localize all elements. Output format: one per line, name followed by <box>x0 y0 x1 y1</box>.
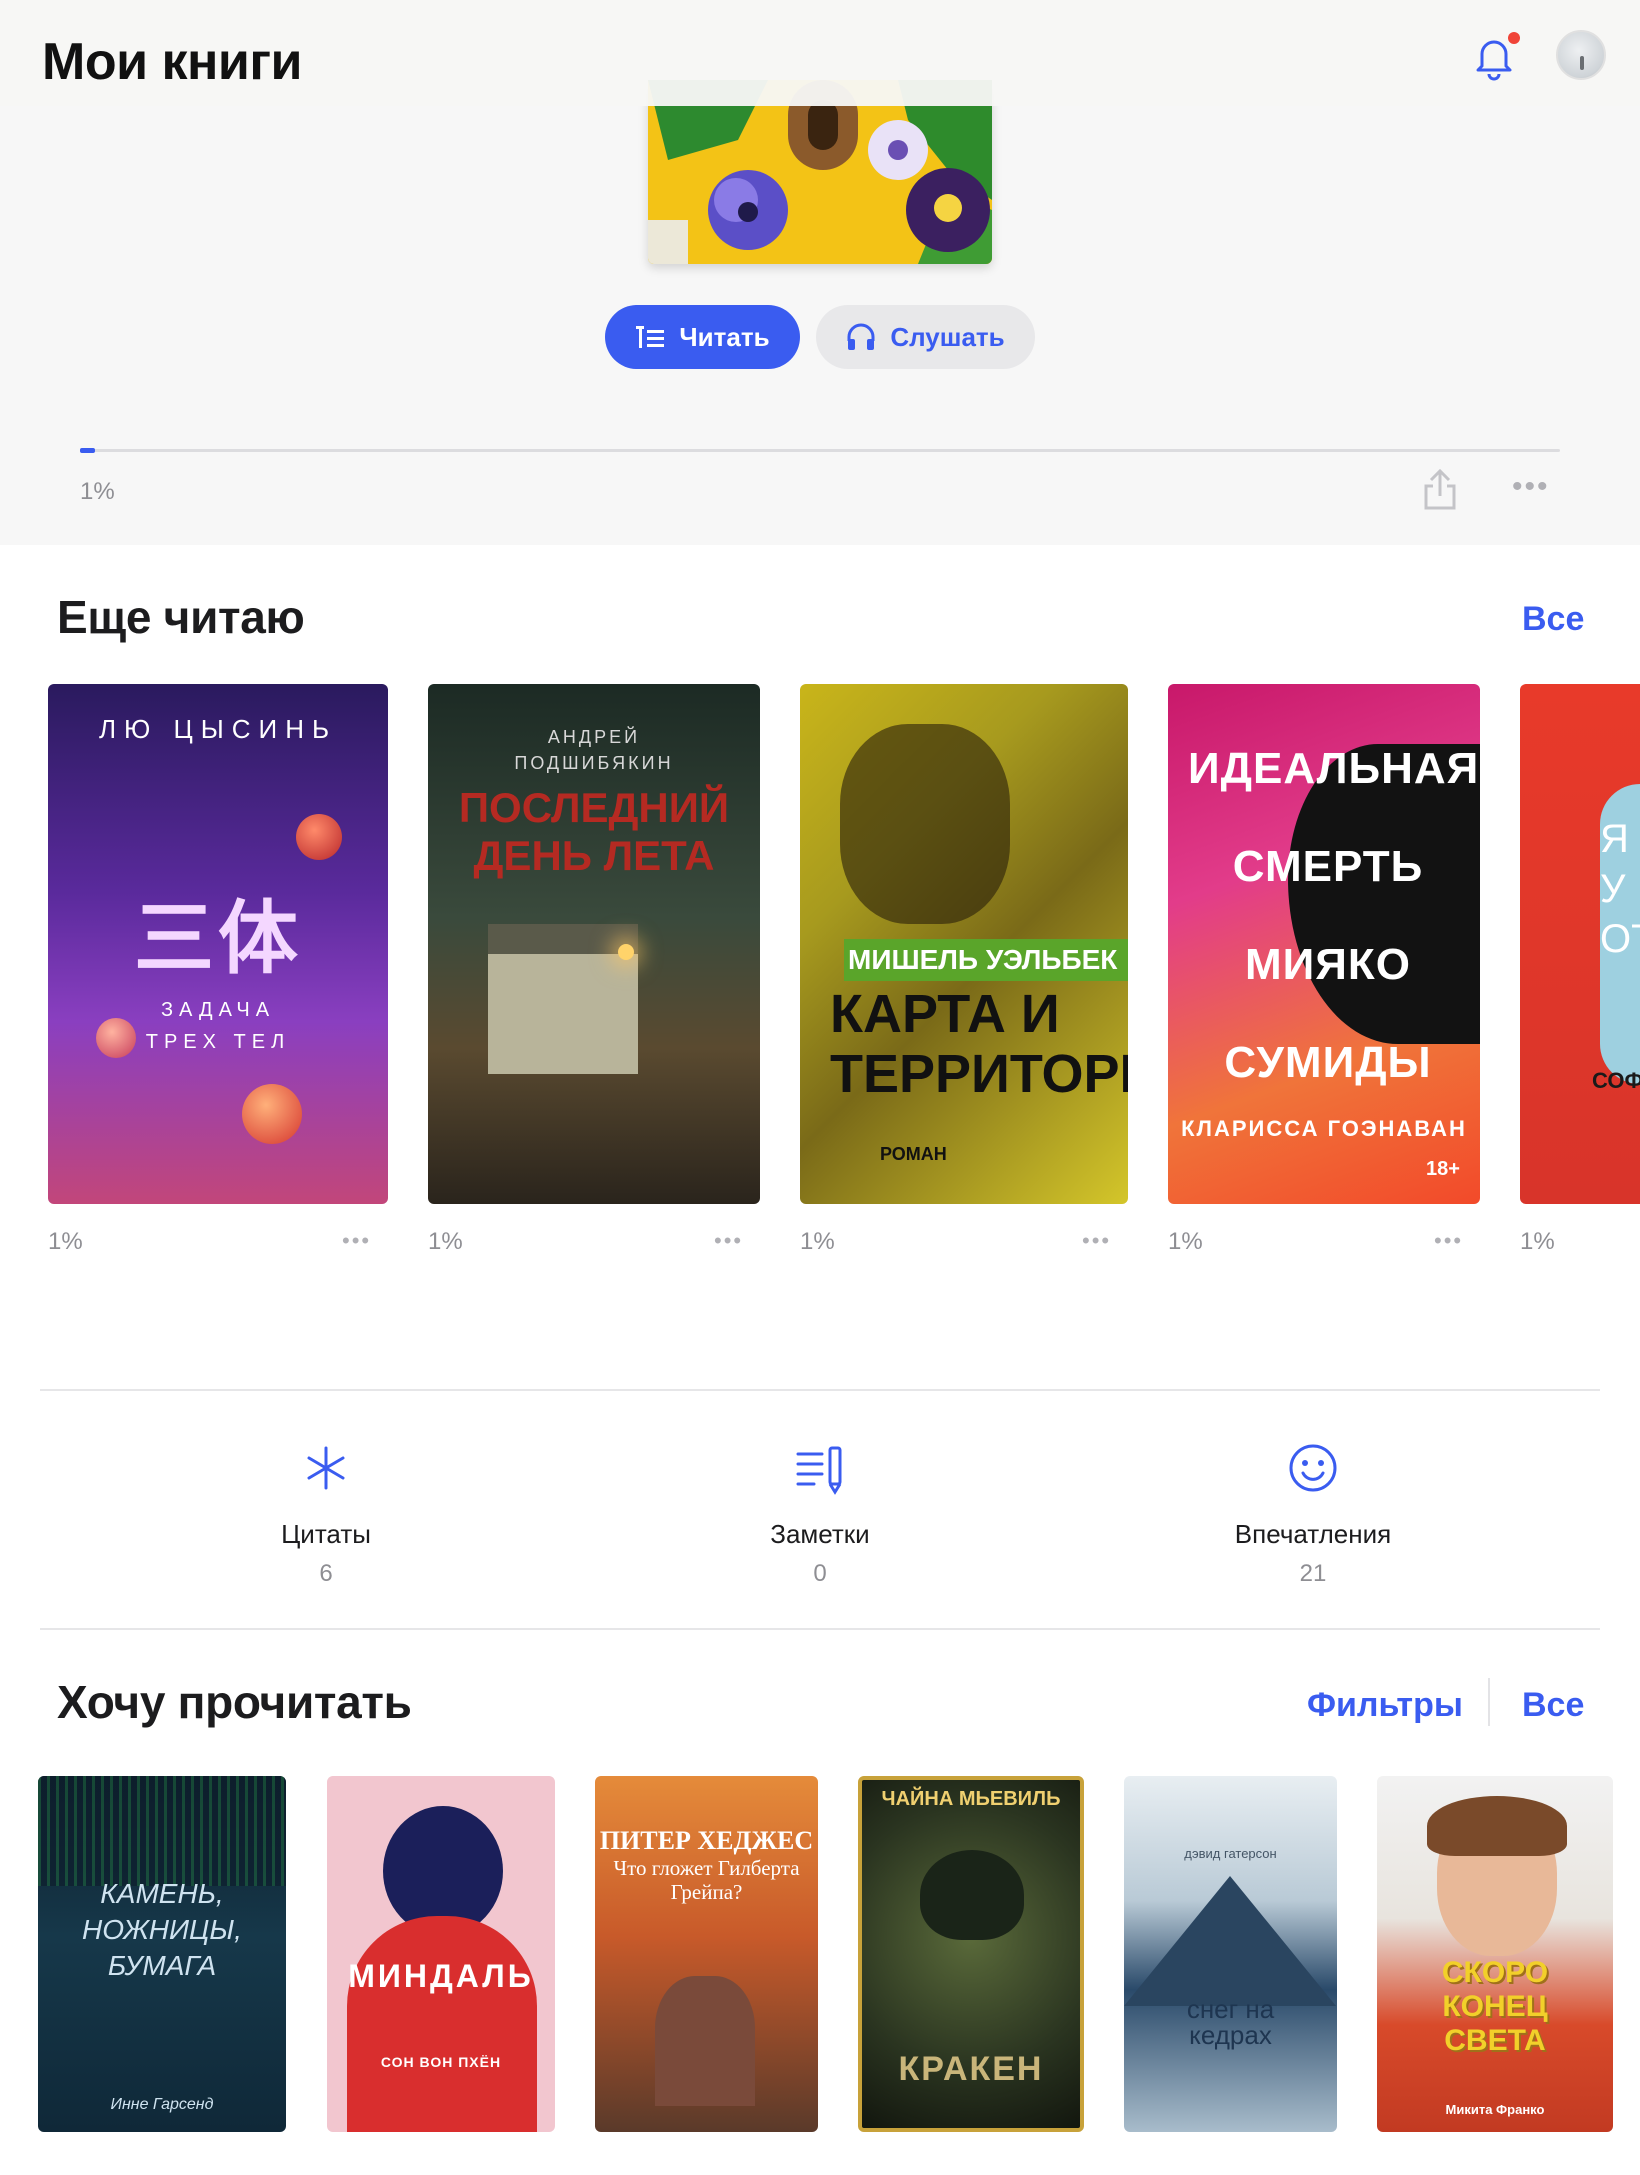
book-author: КЛАРИССА ГОЭНАВАН <box>1181 1116 1467 1141</box>
more-options-icon[interactable]: ••• <box>1512 472 1550 502</box>
want-book-3[interactable]: ПИТЕР ХЕДЖЕС Что гложет Гилберта Грейпа? <box>595 1776 818 2132</box>
read-button-label: Читать <box>679 321 770 352</box>
book-title: СКОРО КОНЕЦ СВЕТА <box>1441 1956 1549 2057</box>
reading-book-5[interactable]: Я У ОТ СОФИ <box>1520 684 1640 1204</box>
impressions-label: Впечатления <box>1234 1519 1392 1549</box>
roof-shape <box>488 924 638 954</box>
reading-progress-percent: 1% <box>80 478 115 505</box>
book-author: дэвид гатерсон <box>1184 1846 1277 1861</box>
quotes-label: Цитаты <box>281 1519 371 1549</box>
book-more-icon[interactable]: ••• <box>342 1230 371 1252</box>
book-title: КАРТА И ТЕРРИТОРИЯ <box>830 984 1128 1104</box>
quotes-count: 6 <box>319 1560 333 1587</box>
want-book-6[interactable]: СКОРО КОНЕЦ СВЕТА Микита Франко <box>1377 1776 1613 2132</box>
book-more-icon[interactable]: ••• <box>1434 1230 1463 1252</box>
book-progress: 1% <box>428 1228 463 1255</box>
want-book-5[interactable]: дэвид гатерсон снег на кедрах <box>1124 1776 1337 2132</box>
book-author: Инне Гарсенд <box>110 2096 214 2113</box>
book-title: ЗАДАЧА ТРЕХ ТЕЛ <box>145 999 291 1053</box>
book-progress: 1% <box>1168 1228 1203 1255</box>
lamp-light <box>618 944 634 960</box>
share-icon[interactable] <box>1420 468 1460 512</box>
listen-button-label: Слушать <box>890 321 1005 352</box>
book-author: ЧАЙНА МЬЕВИЛЬ <box>881 1788 1061 1810</box>
book-author: МИШЕЛЬ УЭЛЬБЕК <box>848 944 1118 975</box>
want-all-link[interactable]: Все <box>1522 1686 1584 1725</box>
smile-icon <box>1289 1444 1337 1492</box>
planet-shape <box>296 814 342 860</box>
read-button[interactable]: Читать <box>605 305 800 369</box>
mountain-shape <box>1124 1876 1336 2006</box>
book-author: ПИТЕР ХЕДЖЕС <box>599 1826 814 1855</box>
book-author: СОН ВОН ПХЁН <box>380 2054 502 2070</box>
book-glyph: 三体 <box>134 894 302 983</box>
book-title: МИНДАЛЬ <box>348 1958 534 1994</box>
grass-shape <box>38 1776 286 1886</box>
notes-count: 0 <box>813 1560 827 1587</box>
book-more-icon[interactable]: ••• <box>1082 1230 1111 1252</box>
read-lines-icon <box>636 326 665 348</box>
planet-shape <box>96 1018 136 1058</box>
book-title: КРАКЕН <box>898 2050 1044 2088</box>
octopus-shape <box>920 1850 1024 1940</box>
quotes-stat[interactable]: Цитаты 6 <box>206 1440 446 1588</box>
reading-book-4[interactable]: ИДЕАЛЬНАЯ СМЕРТЬ МИЯКО СУМИДЫ КЛАРИССА Г… <box>1168 684 1480 1204</box>
section-divider <box>40 1628 1600 1630</box>
notification-badge <box>1508 32 1520 44</box>
reading-book-3[interactable]: МИШЕЛЬ УЭЛЬБЕК КАРТА И ТЕРРИТОРИЯ РОМАН <box>800 684 1128 1204</box>
impressions-stat[interactable]: Впечатления 21 <box>1193 1440 1433 1588</box>
top-bar: Мои книги <box>0 0 1640 106</box>
want-section-title: Хочу прочитать <box>57 1676 412 1728</box>
reading-section-title: Еще читаю <box>57 591 305 643</box>
book-progress: 1% <box>800 1228 835 1255</box>
hair-shape <box>1427 1796 1567 1856</box>
book-more-icon[interactable]: ••• <box>714 1230 743 1252</box>
reading-book-1[interactable]: ЛЮ ЦЫСИНЬ 三体 ЗАДАЧА ТРЕХ ТЕЛ <box>48 684 388 1204</box>
book-progress: 1% <box>1520 1228 1555 1255</box>
avatar[interactable] <box>1556 30 1606 80</box>
want-book-1[interactable]: КАМЕНЬ, НОЖНИЦЫ, БУМАГА Инне Гарсенд <box>38 1776 286 2132</box>
book-author: Микита Франко <box>1445 2102 1545 2117</box>
filters-link[interactable]: Фильтры <box>1307 1686 1463 1725</box>
book-subtitle: РОМАН <box>880 1144 947 1164</box>
body-shape <box>347 1916 537 2132</box>
book-title: Что гложет Гилберта Грейпа? <box>613 1856 800 1904</box>
book-title: ПОСЛЕДНИЙ ДЕНЬ ЛЕТА <box>458 784 730 879</box>
book-title: Я У ОТ <box>1600 817 1640 961</box>
listen-button[interactable]: Слушать <box>816 305 1035 369</box>
want-book-2[interactable]: МИНДАЛЬ СОН ВОН ПХЁН <box>327 1776 555 2132</box>
reading-progress-track[interactable] <box>80 449 1560 452</box>
face-shape <box>840 724 1010 924</box>
link-separator <box>1488 1678 1490 1726</box>
planet-shape <box>242 1084 302 1144</box>
want-book-4[interactable]: ЧАЙНА МЬЕВИЛЬ КРАКЕН <box>858 1776 1084 2132</box>
notes-label: Заметки <box>770 1519 870 1549</box>
age-rating: 18+ <box>1426 1158 1460 1180</box>
notes-pencil-icon <box>796 1446 842 1495</box>
notes-stat[interactable]: Заметки 0 <box>700 1440 940 1588</box>
current-book-cover[interactable] <box>648 80 992 264</box>
book-author: СОФИ <box>1592 1068 1640 1093</box>
page-title: Мои книги <box>42 33 303 91</box>
reading-all-link[interactable]: Все <box>1522 600 1584 639</box>
book-title: КАМЕНЬ, НОЖНИЦЫ, БУМАГА <box>82 1878 242 1981</box>
impressions-count: 21 <box>1299 1560 1327 1587</box>
reading-progress-fill <box>80 448 95 453</box>
book-title: ИДЕАЛЬНАЯ СМЕРТЬ МИЯКО СУМИДЫ <box>1188 744 1480 1087</box>
book-title: снег на кедрах <box>1186 1994 1275 2050</box>
book-author: АНДРЕЙ ПОДШИБЯКИН <box>514 727 674 773</box>
asterisk-icon <box>307 1446 345 1490</box>
figure-shape <box>655 1976 755 2106</box>
book-author: ЛЮ ЦЫСИНЬ <box>98 714 338 744</box>
house-shape <box>488 944 638 1074</box>
book-progress: 1% <box>48 1228 83 1255</box>
section-divider <box>40 1389 1600 1391</box>
headphones-icon <box>847 323 875 350</box>
reading-book-2[interactable]: АНДРЕЙ ПОДШИБЯКИН ПОСЛЕДНИЙ ДЕНЬ ЛЕТА <box>428 684 760 1204</box>
